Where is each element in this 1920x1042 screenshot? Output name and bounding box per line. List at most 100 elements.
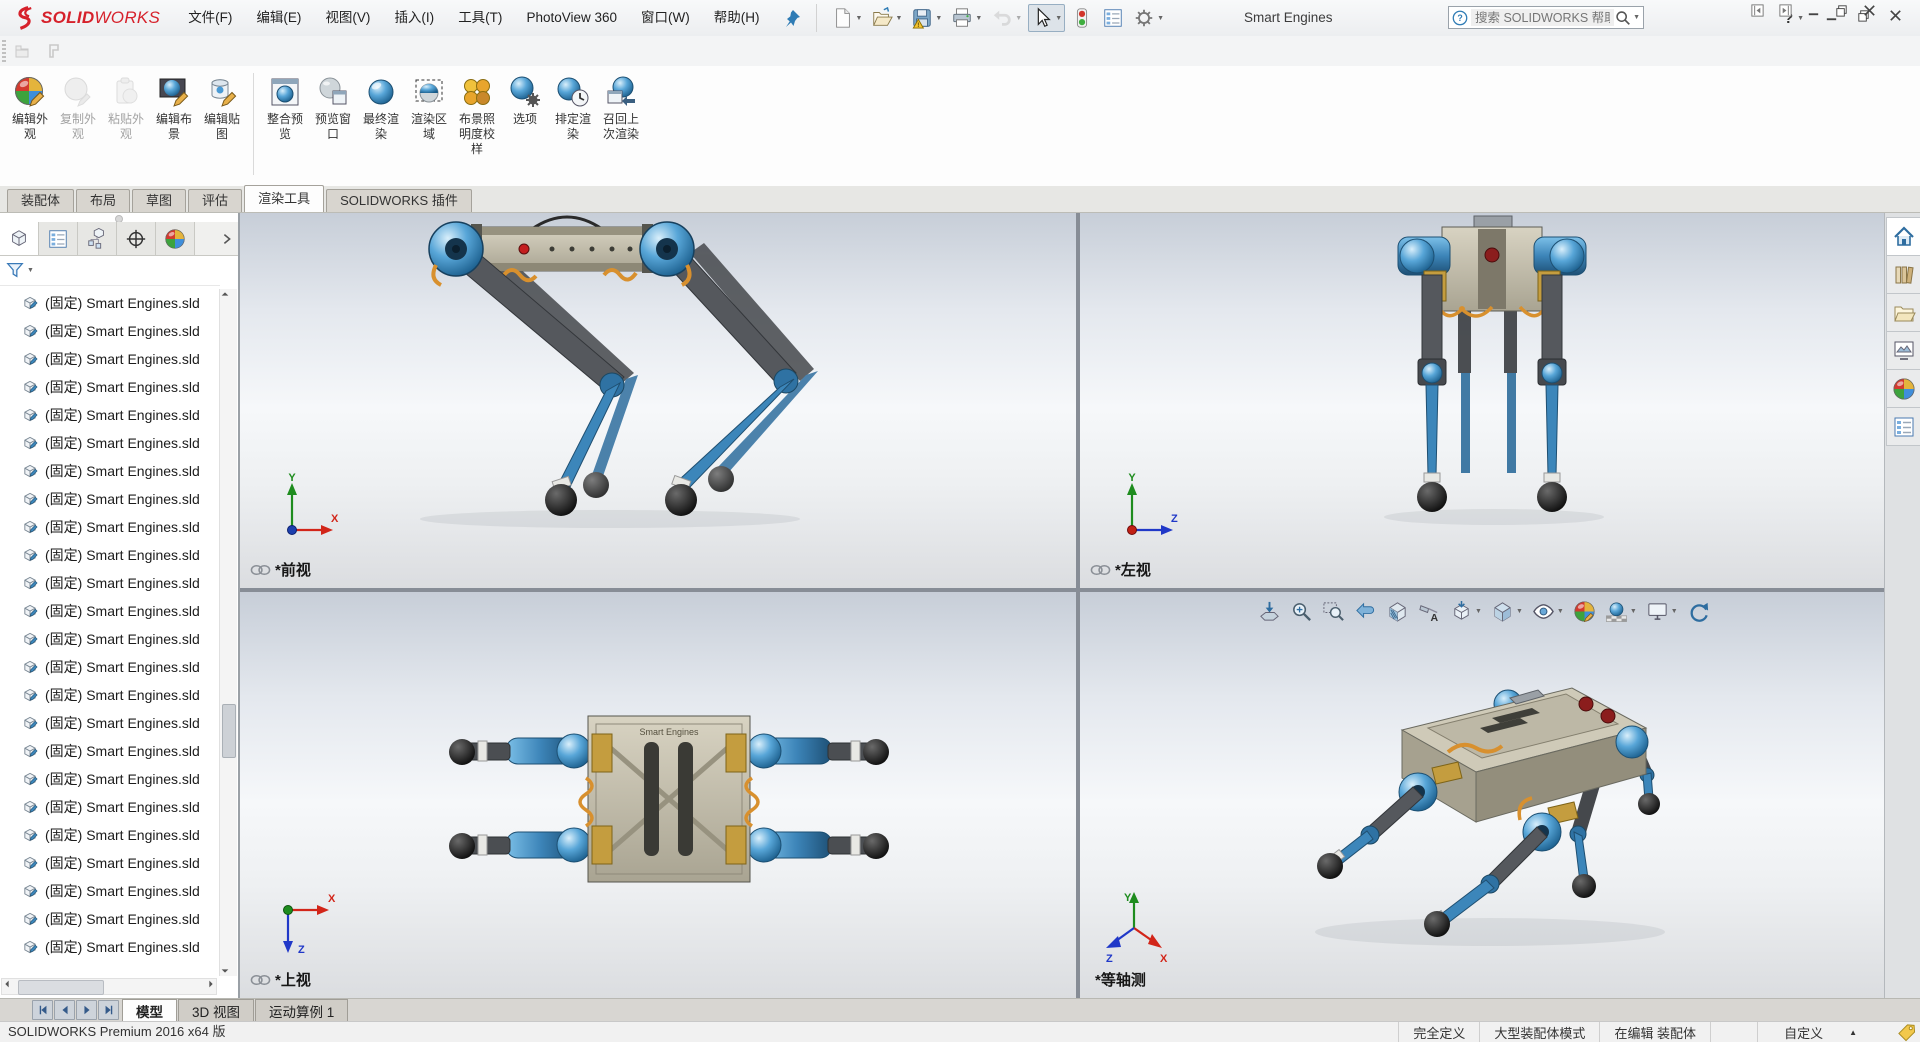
doc-tab-3d-views[interactable]: 3D 视图: [178, 999, 254, 1021]
viewport-front[interactable]: Y X *前视: [240, 213, 1076, 588]
scrollbar-thumb[interactable]: [18, 980, 104, 995]
document-minimize-button[interactable]: [1806, 3, 1821, 23]
tree-item[interactable]: (固定) Smart Engines.sld: [0, 289, 219, 317]
paste-appearance-button[interactable]: 粘贴外观: [102, 73, 150, 144]
tree-item[interactable]: (固定) Smart Engines.sld: [0, 401, 219, 429]
select-cursor-button[interactable]: ▼: [1028, 4, 1065, 32]
dimxpert-tab[interactable]: [117, 222, 156, 255]
viewport-isometric[interactable]: A▼▼▼▼▼: [1080, 592, 1884, 998]
status-custom[interactable]: 自定义: [1757, 1022, 1849, 1042]
document-pane-right-button[interactable]: [1778, 3, 1793, 23]
tree-item[interactable]: (固定) Smart Engines.sld: [0, 373, 219, 401]
propertymanager-tab[interactable]: [39, 222, 78, 255]
dropdown-arrow-icon[interactable]: ▼: [1015, 15, 1022, 22]
nav-first-button[interactable]: [32, 1000, 53, 1020]
menu-item-5[interactable]: PhotoView 360: [514, 0, 629, 36]
document-close-button[interactable]: [1862, 3, 1877, 23]
tree-item[interactable]: (固定) Smart Engines.sld: [0, 821, 219, 849]
dropdown-arrow-icon[interactable]: ▼: [856, 15, 863, 22]
render-options-button[interactable]: 选项: [501, 73, 549, 129]
tree-item[interactable]: (固定) Smart Engines.sld: [0, 681, 219, 709]
menu-item-2[interactable]: 视图(V): [313, 0, 382, 36]
print-button[interactable]: ▼: [948, 4, 985, 32]
nav-last-button[interactable]: [98, 1000, 119, 1020]
nav-prev-button[interactable]: [54, 1000, 75, 1020]
document-pane-left-button[interactable]: [1750, 3, 1765, 23]
tab-sketch[interactable]: 草图: [132, 189, 186, 212]
configurationmanager-tab[interactable]: [78, 222, 117, 255]
tree-scrollbar[interactable]: [219, 289, 237, 976]
tag-icon[interactable]: [1897, 1023, 1916, 1042]
dropdown-arrow-icon[interactable]: ▼: [975, 15, 982, 22]
scene-illumination-proof-button[interactable]: 布景照明度校样: [453, 73, 501, 159]
toolbar-grip[interactable]: [2, 40, 6, 62]
pin-icon[interactable]: [782, 8, 802, 28]
nav-next-button[interactable]: [76, 1000, 97, 1020]
tab-assembly[interactable]: 装配体: [7, 189, 74, 212]
tree-item[interactable]: (固定) Smart Engines.sld: [0, 513, 219, 541]
filter-dropdown-icon[interactable]: ▼: [27, 267, 34, 274]
viewport-top[interactable]: Smart Engines X Z *上视: [240, 592, 1076, 998]
menu-item-1[interactable]: 编辑(E): [244, 0, 313, 36]
close-button[interactable]: [1888, 8, 1903, 28]
doc-tab-motion-study-1[interactable]: 运动算例 1: [255, 999, 348, 1021]
tree-item[interactable]: (固定) Smart Engines.sld: [0, 877, 219, 905]
home-tab[interactable]: [1886, 217, 1920, 256]
preview-window-button[interactable]: 预览窗口: [309, 73, 357, 144]
search-dropdown-icon[interactable]: ▼: [1633, 14, 1640, 21]
scheduled-render-button[interactable]: 排定渲染: [549, 73, 597, 144]
tab-solidworks-addins[interactable]: SOLIDWORKS 插件: [326, 189, 472, 212]
tree-item[interactable]: (固定) Smart Engines.sld: [0, 793, 219, 821]
scroll-left-icon[interactable]: [2, 979, 12, 989]
tree-item[interactable]: (固定) Smart Engines.sld: [0, 317, 219, 345]
render-region-button[interactable]: 渲染区域: [405, 73, 453, 144]
appearances-tab[interactable]: [1886, 370, 1920, 408]
tree-item[interactable]: (固定) Smart Engines.sld: [0, 541, 219, 569]
tab-render-tools[interactable]: 渲染工具: [244, 185, 324, 212]
tree-item[interactable]: (固定) Smart Engines.sld: [0, 849, 219, 877]
edit-appearance-button[interactable]: 编辑外观: [6, 73, 54, 144]
open-button[interactable]: ▼: [868, 4, 905, 32]
search-input[interactable]: [1471, 9, 1614, 26]
viewport-left[interactable]: Y Z *左视: [1080, 213, 1884, 588]
tree-item[interactable]: (固定) Smart Engines.sld: [0, 485, 219, 513]
view-palette-tab[interactable]: [1886, 332, 1920, 370]
tree-item[interactable]: (固定) Smart Engines.sld: [0, 597, 219, 625]
scroll-down-icon[interactable]: [220, 966, 230, 976]
dropdown-arrow-icon[interactable]: ▼: [1157, 15, 1164, 22]
menu-item-3[interactable]: 插入(I): [382, 0, 446, 36]
file-properties-button[interactable]: [1099, 4, 1127, 32]
document-restore-button[interactable]: [1834, 3, 1849, 23]
final-render-button[interactable]: 最终渲染: [357, 73, 405, 144]
tree-item[interactable]: (固定) Smart Engines.sld: [0, 933, 219, 961]
tree-item[interactable]: (固定) Smart Engines.sld: [0, 653, 219, 681]
edit-decal-button[interactable]: 编辑贴图: [198, 73, 246, 144]
custom-properties-tab[interactable]: [1886, 408, 1920, 446]
menu-item-7[interactable]: 帮助(H): [702, 0, 772, 36]
dropdown-arrow-icon[interactable]: ▼: [1055, 15, 1062, 22]
design-library-tab[interactable]: [1886, 256, 1920, 294]
rebuild-button[interactable]: [1068, 4, 1096, 32]
file-explorer-tab[interactable]: [1886, 294, 1920, 332]
panel-expand-icon[interactable]: [216, 222, 238, 255]
tree-item[interactable]: (固定) Smart Engines.sld: [0, 345, 219, 373]
dropdown-arrow-icon[interactable]: ▼: [935, 15, 942, 22]
featuremanager-tab[interactable]: [0, 222, 39, 255]
dropdown-arrow-icon[interactable]: ▼: [895, 15, 902, 22]
tab-layout[interactable]: 布局: [76, 189, 130, 212]
tree-item[interactable]: (固定) Smart Engines.sld: [0, 737, 219, 765]
search-icon[interactable]: [1614, 9, 1631, 26]
tree-filter[interactable]: ▼: [0, 255, 220, 286]
doc-tab-model[interactable]: 模型: [122, 999, 177, 1021]
tree-item[interactable]: (固定) Smart Engines.sld: [0, 709, 219, 737]
tree-item[interactable]: (固定) Smart Engines.sld: [0, 429, 219, 457]
tree-item[interactable]: (固定) Smart Engines.sld: [0, 457, 219, 485]
tree-item[interactable]: (固定) Smart Engines.sld: [0, 765, 219, 793]
tree-item[interactable]: (固定) Smart Engines.sld: [0, 625, 219, 653]
scroll-up-icon[interactable]: [220, 289, 230, 299]
options-gear-button[interactable]: ▼: [1130, 4, 1167, 32]
scroll-right-icon[interactable]: [206, 979, 216, 989]
new-document-button[interactable]: ▼: [829, 4, 866, 32]
displaymanager-tab[interactable]: [156, 222, 195, 255]
tab-evaluate[interactable]: 评估: [188, 189, 242, 212]
